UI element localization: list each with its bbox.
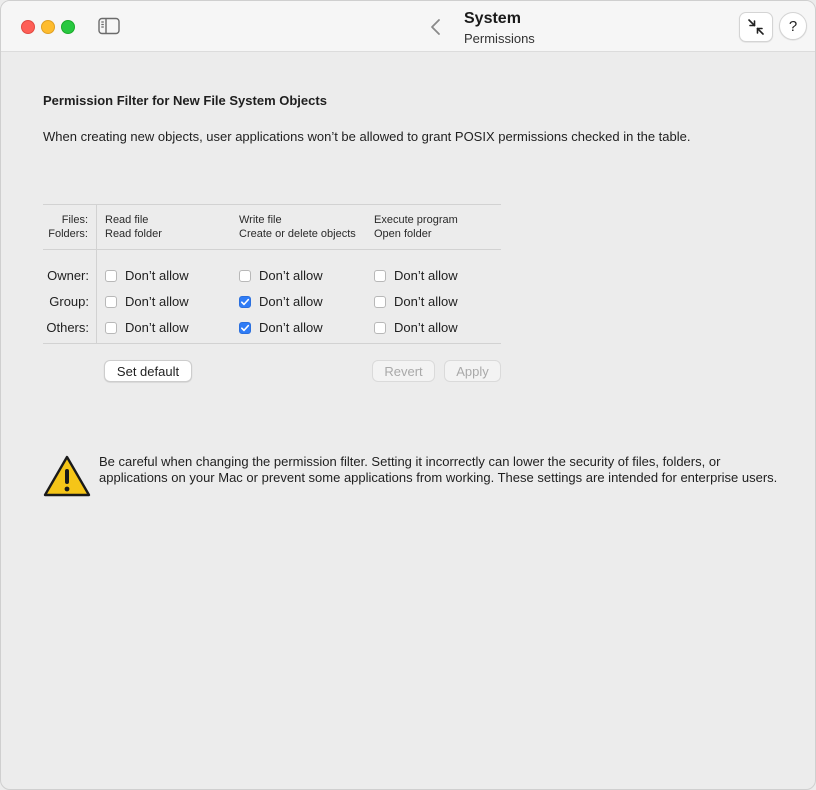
checkbox-box[interactable] — [374, 321, 386, 334]
checkbox-box[interactable] — [374, 269, 386, 282]
content-area: Permission Filter for New File System Ob… — [1, 52, 815, 789]
column-header-files: Write file — [239, 214, 282, 226]
row-label-group: Group: — [49, 294, 89, 309]
revert-button[interactable]: Revert — [372, 360, 435, 382]
column-header-read: Read file Read folder — [105, 213, 162, 241]
warning-text: Be careful when changing the permission … — [99, 454, 778, 485]
help-button[interactable]: ? — [779, 12, 807, 40]
table-divider — [43, 204, 501, 205]
others-read-checkbox[interactable]: Don’t allow — [105, 320, 189, 335]
owner-read-checkbox[interactable]: Don’t allow — [105, 268, 189, 283]
files-header-label: Files: — [61, 214, 88, 226]
others-execute-checkbox[interactable]: Don’t allow — [374, 320, 458, 335]
checkbox-box[interactable] — [105, 321, 117, 334]
column-header-files: Read file — [105, 214, 149, 226]
checkbox-box[interactable] — [239, 321, 251, 334]
checkbox-box[interactable] — [239, 269, 251, 282]
apply-button[interactable]: Apply — [444, 360, 501, 382]
row-label-others: Others: — [46, 320, 89, 335]
column-header-folders: Open folder — [374, 228, 432, 240]
warning-triangle-icon — [43, 455, 91, 497]
window: System Permissions ? Permission Filter f… — [0, 0, 816, 790]
checkbox-label: Don’t allow — [394, 268, 458, 283]
table-divider — [43, 343, 501, 344]
section-description: When creating new objects, user applicat… — [43, 129, 691, 144]
row-header-labels: Files: Folders: — [43, 213, 88, 241]
group-read-checkbox[interactable]: Don’t allow — [105, 294, 189, 309]
section-title: Permission Filter for New File System Ob… — [43, 93, 327, 108]
column-header-folders: Create or delete objects — [239, 228, 356, 240]
checkbox-label: Don’t allow — [259, 268, 323, 283]
collapse-arrows-icon — [748, 19, 764, 35]
table-divider — [43, 249, 501, 250]
checkbox-label: Don’t allow — [125, 294, 189, 309]
checkbox-label: Don’t allow — [394, 320, 458, 335]
close-window-button[interactable] — [21, 20, 35, 34]
checkbox-label: Don’t allow — [394, 294, 458, 309]
checkbox-label: Don’t allow — [259, 294, 323, 309]
checkbox-box[interactable] — [239, 295, 251, 308]
table-column-divider — [96, 204, 97, 344]
column-header-files: Execute program — [374, 214, 458, 226]
checkbox-label: Don’t allow — [125, 268, 189, 283]
checkbox-box[interactable] — [105, 295, 117, 308]
checkbox-label: Don’t allow — [125, 320, 189, 335]
column-header-write: Write file Create or delete objects — [239, 213, 356, 241]
permission-table: Files: Folders: Read file Read folder Wr… — [43, 204, 501, 344]
checkbox-label: Don’t allow — [259, 320, 323, 335]
column-header-execute: Execute program Open folder — [374, 213, 458, 241]
sidebar-toggle-icon[interactable] — [98, 17, 120, 35]
collapse-button[interactable] — [739, 12, 773, 42]
folders-header-label: Folders: — [48, 228, 88, 240]
window-subtitle: Permissions — [464, 31, 535, 46]
owner-execute-checkbox[interactable]: Don’t allow — [374, 268, 458, 283]
back-chevron-icon[interactable] — [427, 17, 445, 37]
zoom-window-button[interactable] — [61, 20, 75, 34]
group-execute-checkbox[interactable]: Don’t allow — [374, 294, 458, 309]
others-write-checkbox[interactable]: Don’t allow — [239, 320, 323, 335]
column-header-folders: Read folder — [105, 228, 162, 240]
window-title: System — [464, 10, 521, 27]
minimize-window-button[interactable] — [41, 20, 55, 34]
group-write-checkbox[interactable]: Don’t allow — [239, 294, 323, 309]
checkbox-box[interactable] — [374, 295, 386, 308]
titlebar: System Permissions ? — [1, 1, 815, 52]
owner-write-checkbox[interactable]: Don’t allow — [239, 268, 323, 283]
checkbox-box[interactable] — [105, 269, 117, 282]
row-label-owner: Owner: — [47, 268, 89, 283]
set-default-button[interactable]: Set default — [104, 360, 192, 382]
